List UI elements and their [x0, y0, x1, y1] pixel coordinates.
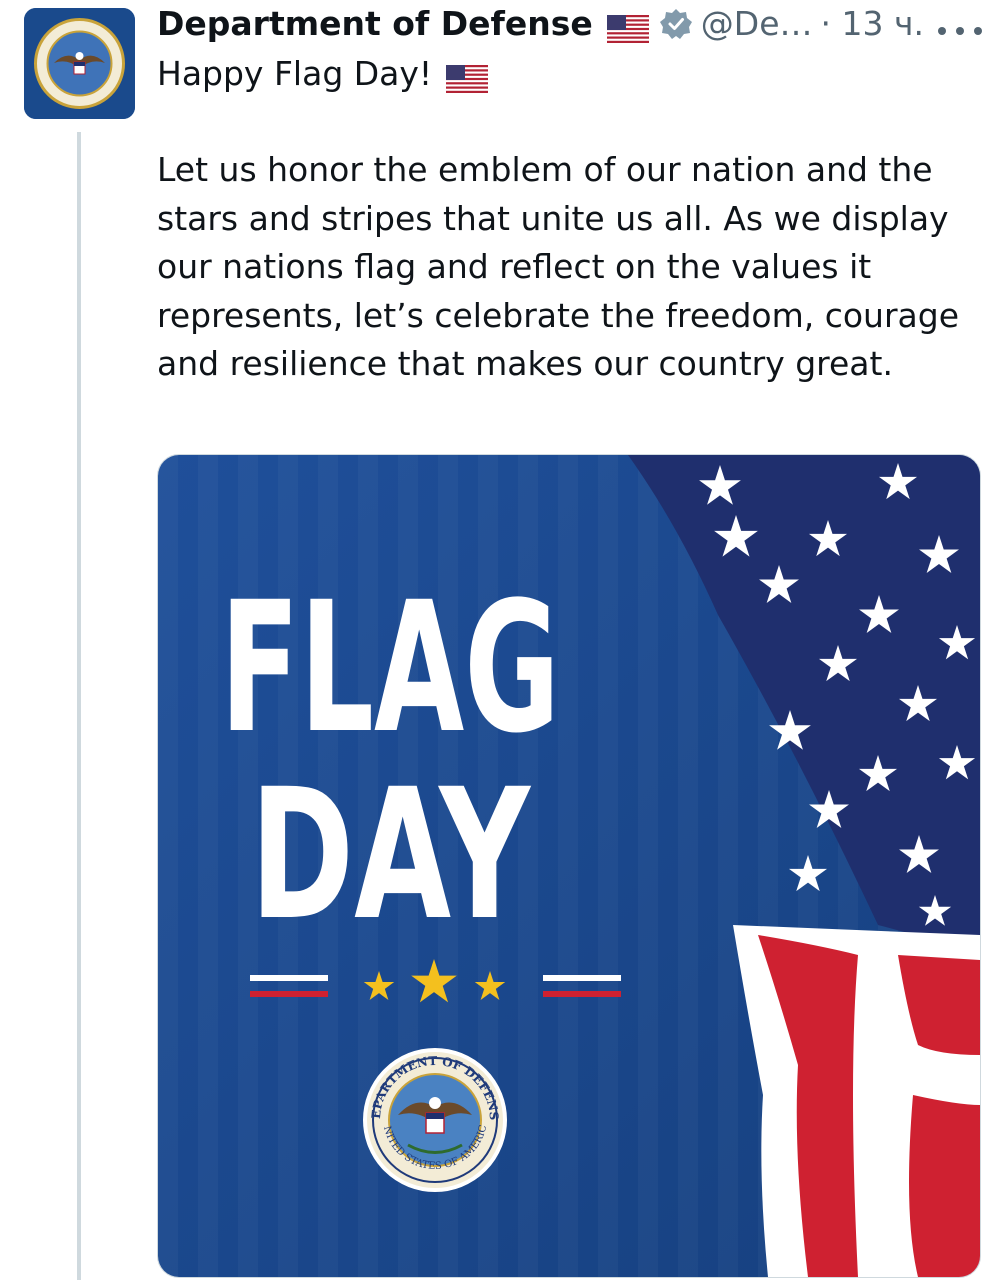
display-name[interactable]: Department of Defense	[157, 2, 593, 46]
timestamp[interactable]: · 13 ч.	[821, 2, 924, 46]
more-horizontal-icon[interactable]	[933, 8, 987, 36]
headline-day: DAY	[250, 751, 532, 960]
handle[interactable]: @De…	[701, 2, 813, 46]
post-first-line: Happy Flag Day!	[157, 52, 489, 96]
verified-badge-icon[interactable]	[659, 7, 693, 41]
us-flag-icon	[606, 10, 649, 43]
avatar[interactable]	[24, 8, 135, 119]
post-header: Department of Defense @De… · 13 ч.	[157, 2, 987, 46]
post-greeting: Happy Flag Day!	[157, 54, 433, 93]
post-body: Let us honor the emblem of our nation an…	[157, 150, 959, 383]
post-image[interactable]: FLAG DAY DEPART	[157, 454, 981, 1278]
headline-flag: FLAG	[220, 564, 560, 773]
us-flag-icon	[446, 60, 489, 93]
thread-line	[77, 132, 81, 1280]
